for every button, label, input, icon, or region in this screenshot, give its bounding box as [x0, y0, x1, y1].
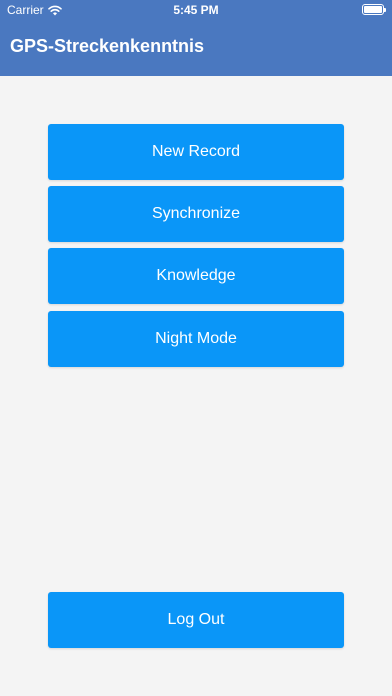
- battery-level: [364, 6, 382, 13]
- page-title: GPS-Streckenkenntnis: [10, 36, 205, 56]
- new-record-button[interactable]: New Record: [48, 124, 344, 180]
- app-header: Carrier 5:45 PM GPS-Streckenkenntnis: [0, 0, 392, 76]
- status-time: 5:45 PM: [173, 3, 219, 17]
- status-right: [362, 4, 386, 15]
- status-bar: Carrier 5:45 PM: [0, 0, 392, 20]
- night-mode-button[interactable]: Night Mode: [48, 311, 344, 367]
- synchronize-button[interactable]: Synchronize: [48, 186, 344, 242]
- battery-icon: [362, 4, 386, 15]
- knowledge-button[interactable]: Knowledge: [48, 248, 344, 304]
- log-out-button[interactable]: Log Out: [48, 592, 344, 648]
